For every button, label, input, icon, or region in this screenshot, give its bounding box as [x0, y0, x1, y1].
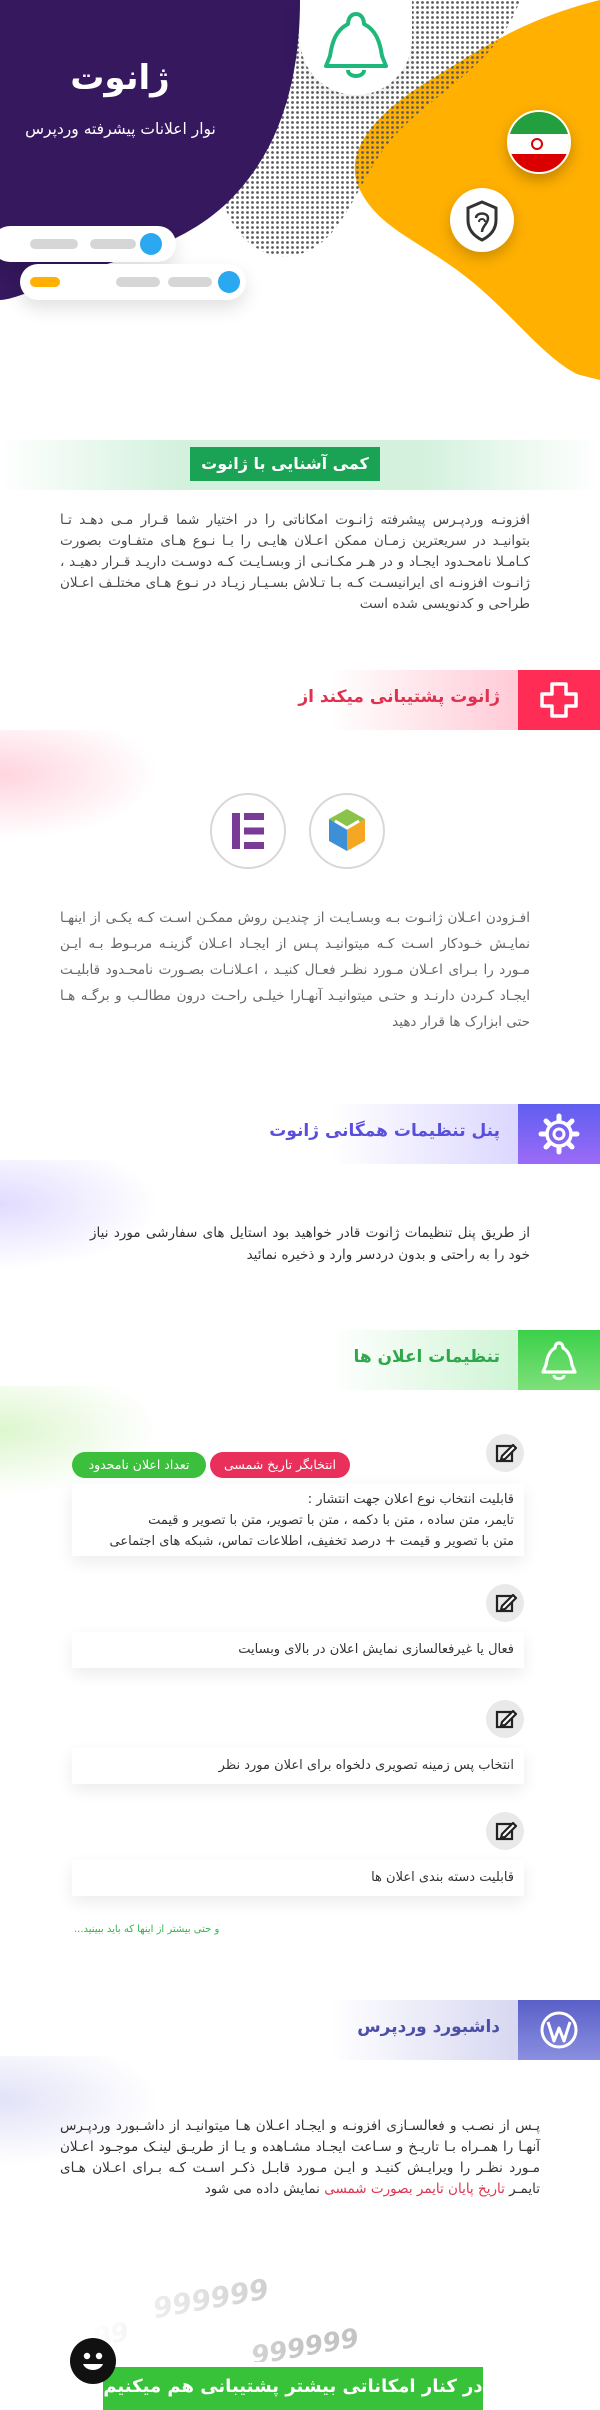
unlimited-count-chip: تعداد اعلان نامحدود [72, 1452, 206, 1478]
status-dot [218, 271, 240, 293]
iran-flag-icon [507, 110, 571, 174]
status-dot [140, 233, 162, 255]
dashboard-highlight: تاریخ پایان تایمر بصورت شمسی [324, 2181, 505, 2197]
card-line: قابلیت دسته بندی اعلان ها [371, 1870, 514, 1885]
settings-heading: تنظیمات اعلان ها [353, 1347, 500, 1367]
bell-badge [300, 0, 412, 95]
dashboard-header: داشبورد وردپرس [0, 2000, 600, 2060]
support-header: ژانوت پشتیبانی میکند از [0, 670, 600, 730]
gear-icon [538, 1113, 580, 1155]
edit-icon[interactable] [486, 1434, 524, 1472]
settings-card: انتخاب پس زمینه تصویری دلخواه برای اعلان… [72, 1748, 524, 1784]
panel-heading: پنل تنظیمات همگانی ژانوت [269, 1121, 500, 1141]
edit-icon[interactable] [486, 1812, 524, 1850]
hero-subtitle: نوار اعلانات پیشرفته وردپرس [25, 120, 216, 138]
footer-banner: در کنار امکاناتی بیشتر پشتیبانی هم میکنی… [103, 2367, 483, 2410]
bell-icon [324, 12, 388, 78]
card-line: تایمر، متن ساده ، متن با دکمه ، متن با ت… [148, 1513, 514, 1528]
plus-icon-box [518, 670, 600, 730]
intro-paragraph: افزونـه وردپـرس پیشرفته ژانـوت امکاناتی … [60, 512, 530, 612]
shamsi-date-chip: انتخابگر تاریخ شمسی [210, 1452, 350, 1478]
dashboard-heading: داشبورد وردپرس [357, 2017, 500, 2037]
hero-section: ژانوت نوار اعلانات پیشرفته وردپرس [0, 0, 600, 430]
placeholder-bar [90, 239, 136, 249]
placeholder-bar [116, 277, 160, 287]
counter-decoration: 999999 999999 999999 [90, 2252, 530, 2362]
settings-card: فعال یا غیرفعالسازی نمایش اعلان در بالای… [72, 1632, 524, 1668]
card-line: فعال یا غیرفعالسازی نمایش اعلان در بالای… [238, 1642, 514, 1657]
placeholder-bar [30, 239, 78, 249]
wordpress-icon-box [518, 2000, 600, 2060]
panel-header: پنل تنظیمات همگانی ژانوت [0, 1104, 600, 1164]
placeholder-bar [168, 277, 212, 287]
card-line: انتخاب پس زمینه تصویری دلخواه برای اعلان… [218, 1758, 514, 1773]
card-line: متن با تصویر و قیمت + درصد تخفیف، اطلاعا… [109, 1534, 514, 1549]
shield-icon [450, 188, 514, 252]
hero-title: ژانوت [70, 58, 170, 98]
elementor-logo-icon [210, 793, 286, 869]
dashboard-paragraph: پـس از نصـب و فعالسـازی افزونـه و ایجـاد… [60, 2116, 540, 2200]
support-paragraph: افـزودن اعـلان ژانـوت بـه وبسـایـت از چن… [60, 910, 530, 1030]
smiley-icon [70, 2338, 116, 2384]
gear-icon-box [518, 1104, 600, 1164]
more-note: و حتی بیشتر از اینها که باید ببینید... [74, 1924, 220, 1935]
settings-card: قابلیت دسته بندی اعلان ها [72, 1860, 524, 1896]
visual-composer-logo-icon [309, 793, 385, 869]
intro-banner: کمی آشنایی با ژانوت [190, 447, 380, 481]
plus-icon [540, 682, 578, 718]
wordpress-icon [540, 2011, 578, 2049]
settings-header: تنظیمات اعلان ها [0, 1330, 600, 1390]
support-heading: ژانوت پشتیبانی میکند از [298, 687, 500, 707]
accent-bar [30, 277, 60, 287]
dashboard-text-tail: نمایش داده می شود [204, 2181, 325, 2197]
bell-icon-box [518, 1330, 600, 1390]
bell-icon [541, 1341, 577, 1381]
settings-card: قابلیت انتخاب نوع اعلان جهت انتشار : تای… [72, 1484, 524, 1556]
edit-icon[interactable] [486, 1584, 524, 1622]
notification-bar-preview [0, 226, 176, 262]
card-line: قابلیت انتخاب نوع اعلان جهت انتشار : [307, 1492, 514, 1507]
notification-bar-preview [20, 264, 246, 300]
panel-paragraph: از طریق پنل تنظیمات ژانوت قادر خواهید بو… [90, 1225, 530, 1263]
edit-icon[interactable] [486, 1700, 524, 1738]
